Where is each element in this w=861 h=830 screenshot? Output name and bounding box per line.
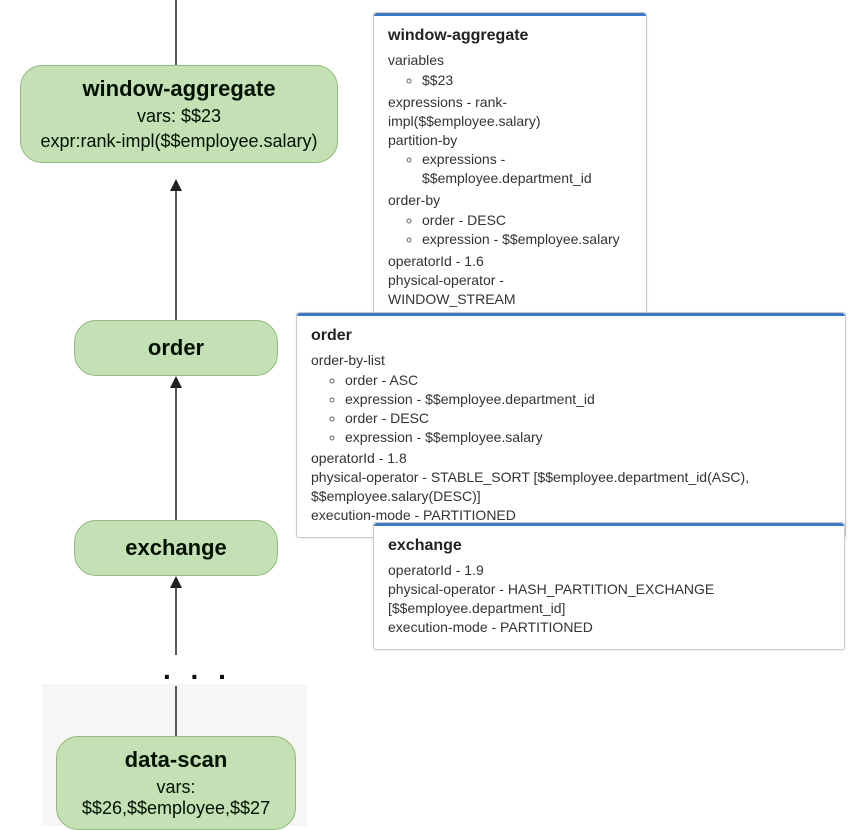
panel-list-item: order - DESC [422, 211, 632, 230]
panel-line: physical-operator - HASH_PARTITION_EXCHA… [388, 580, 830, 618]
panel-title: order [311, 327, 831, 345]
node-vars: vars: $$26,$$employee,$$27 [75, 777, 277, 819]
panel-line: operatorId - 1.6 [388, 252, 632, 271]
panel-list-item: order - ASC [345, 371, 831, 390]
panel-line: partition-by [388, 131, 632, 150]
panel-window-aggregate: window-aggregate variables $$23 expressi… [373, 12, 647, 340]
panel-list-item: $$23 [422, 71, 632, 90]
panel-list: order - ASC expression - $$employee.depa… [311, 371, 831, 447]
node-expr: expr:rank-impl($$employee.salary) [39, 131, 319, 152]
panel-list: order - DESC expression - $$employee.sal… [388, 211, 632, 249]
panel-line: order-by [388, 191, 632, 210]
panel-line: operatorId - 1.9 [388, 561, 830, 580]
node-title: exchange [93, 535, 259, 561]
node-vars: vars: $$23 [39, 106, 319, 127]
panel-accent [297, 313, 845, 316]
panel-line: order-by-list [311, 351, 831, 370]
panel-list-item: expression - $$employee.salary [422, 230, 632, 249]
panel-list-item: expression - $$employee.salary [345, 428, 831, 447]
panel-title: window-aggregate [388, 27, 632, 45]
panel-title: exchange [388, 537, 830, 555]
panel-exchange: exchange operatorId - 1.9 physical-opera… [373, 522, 845, 650]
node-title: data-scan [75, 747, 277, 773]
panel-accent [374, 13, 646, 16]
node-order[interactable]: order [74, 320, 278, 376]
node-window-aggregate[interactable]: window-aggregate vars: $$23 expr:rank-im… [20, 65, 338, 163]
panel-line: physical-operator - WINDOW_STREAM [388, 271, 632, 309]
node-exchange[interactable]: exchange [74, 520, 278, 576]
ellipsis: . . . [163, 654, 232, 686]
panel-line: expressions - rank-impl($$employee.salar… [388, 93, 632, 131]
panel-order: order order-by-list order - ASC expressi… [296, 312, 846, 538]
panel-list-item: order - DESC [345, 409, 831, 428]
node-data-scan[interactable]: data-scan vars: $$26,$$employee,$$27 [56, 736, 296, 830]
panel-line: variables [388, 51, 632, 70]
panel-list: expressions - $$employee.department_id [388, 150, 632, 188]
panel-line: physical-operator - STABLE_SORT [$$emplo… [311, 468, 831, 506]
panel-list: $$23 [388, 71, 632, 90]
panel-list-item: expression - $$employee.department_id [345, 390, 831, 409]
diagram-canvas: { "nodes": { "window_aggregate": { "titl… [0, 0, 861, 826]
node-title: window-aggregate [39, 76, 319, 102]
panel-line: operatorId - 1.8 [311, 449, 831, 468]
panel-line: execution-mode - PARTITIONED [388, 618, 830, 637]
panel-list-item: expressions - $$employee.department_id [422, 150, 632, 188]
node-title: order [93, 335, 259, 361]
panel-accent [374, 523, 844, 526]
